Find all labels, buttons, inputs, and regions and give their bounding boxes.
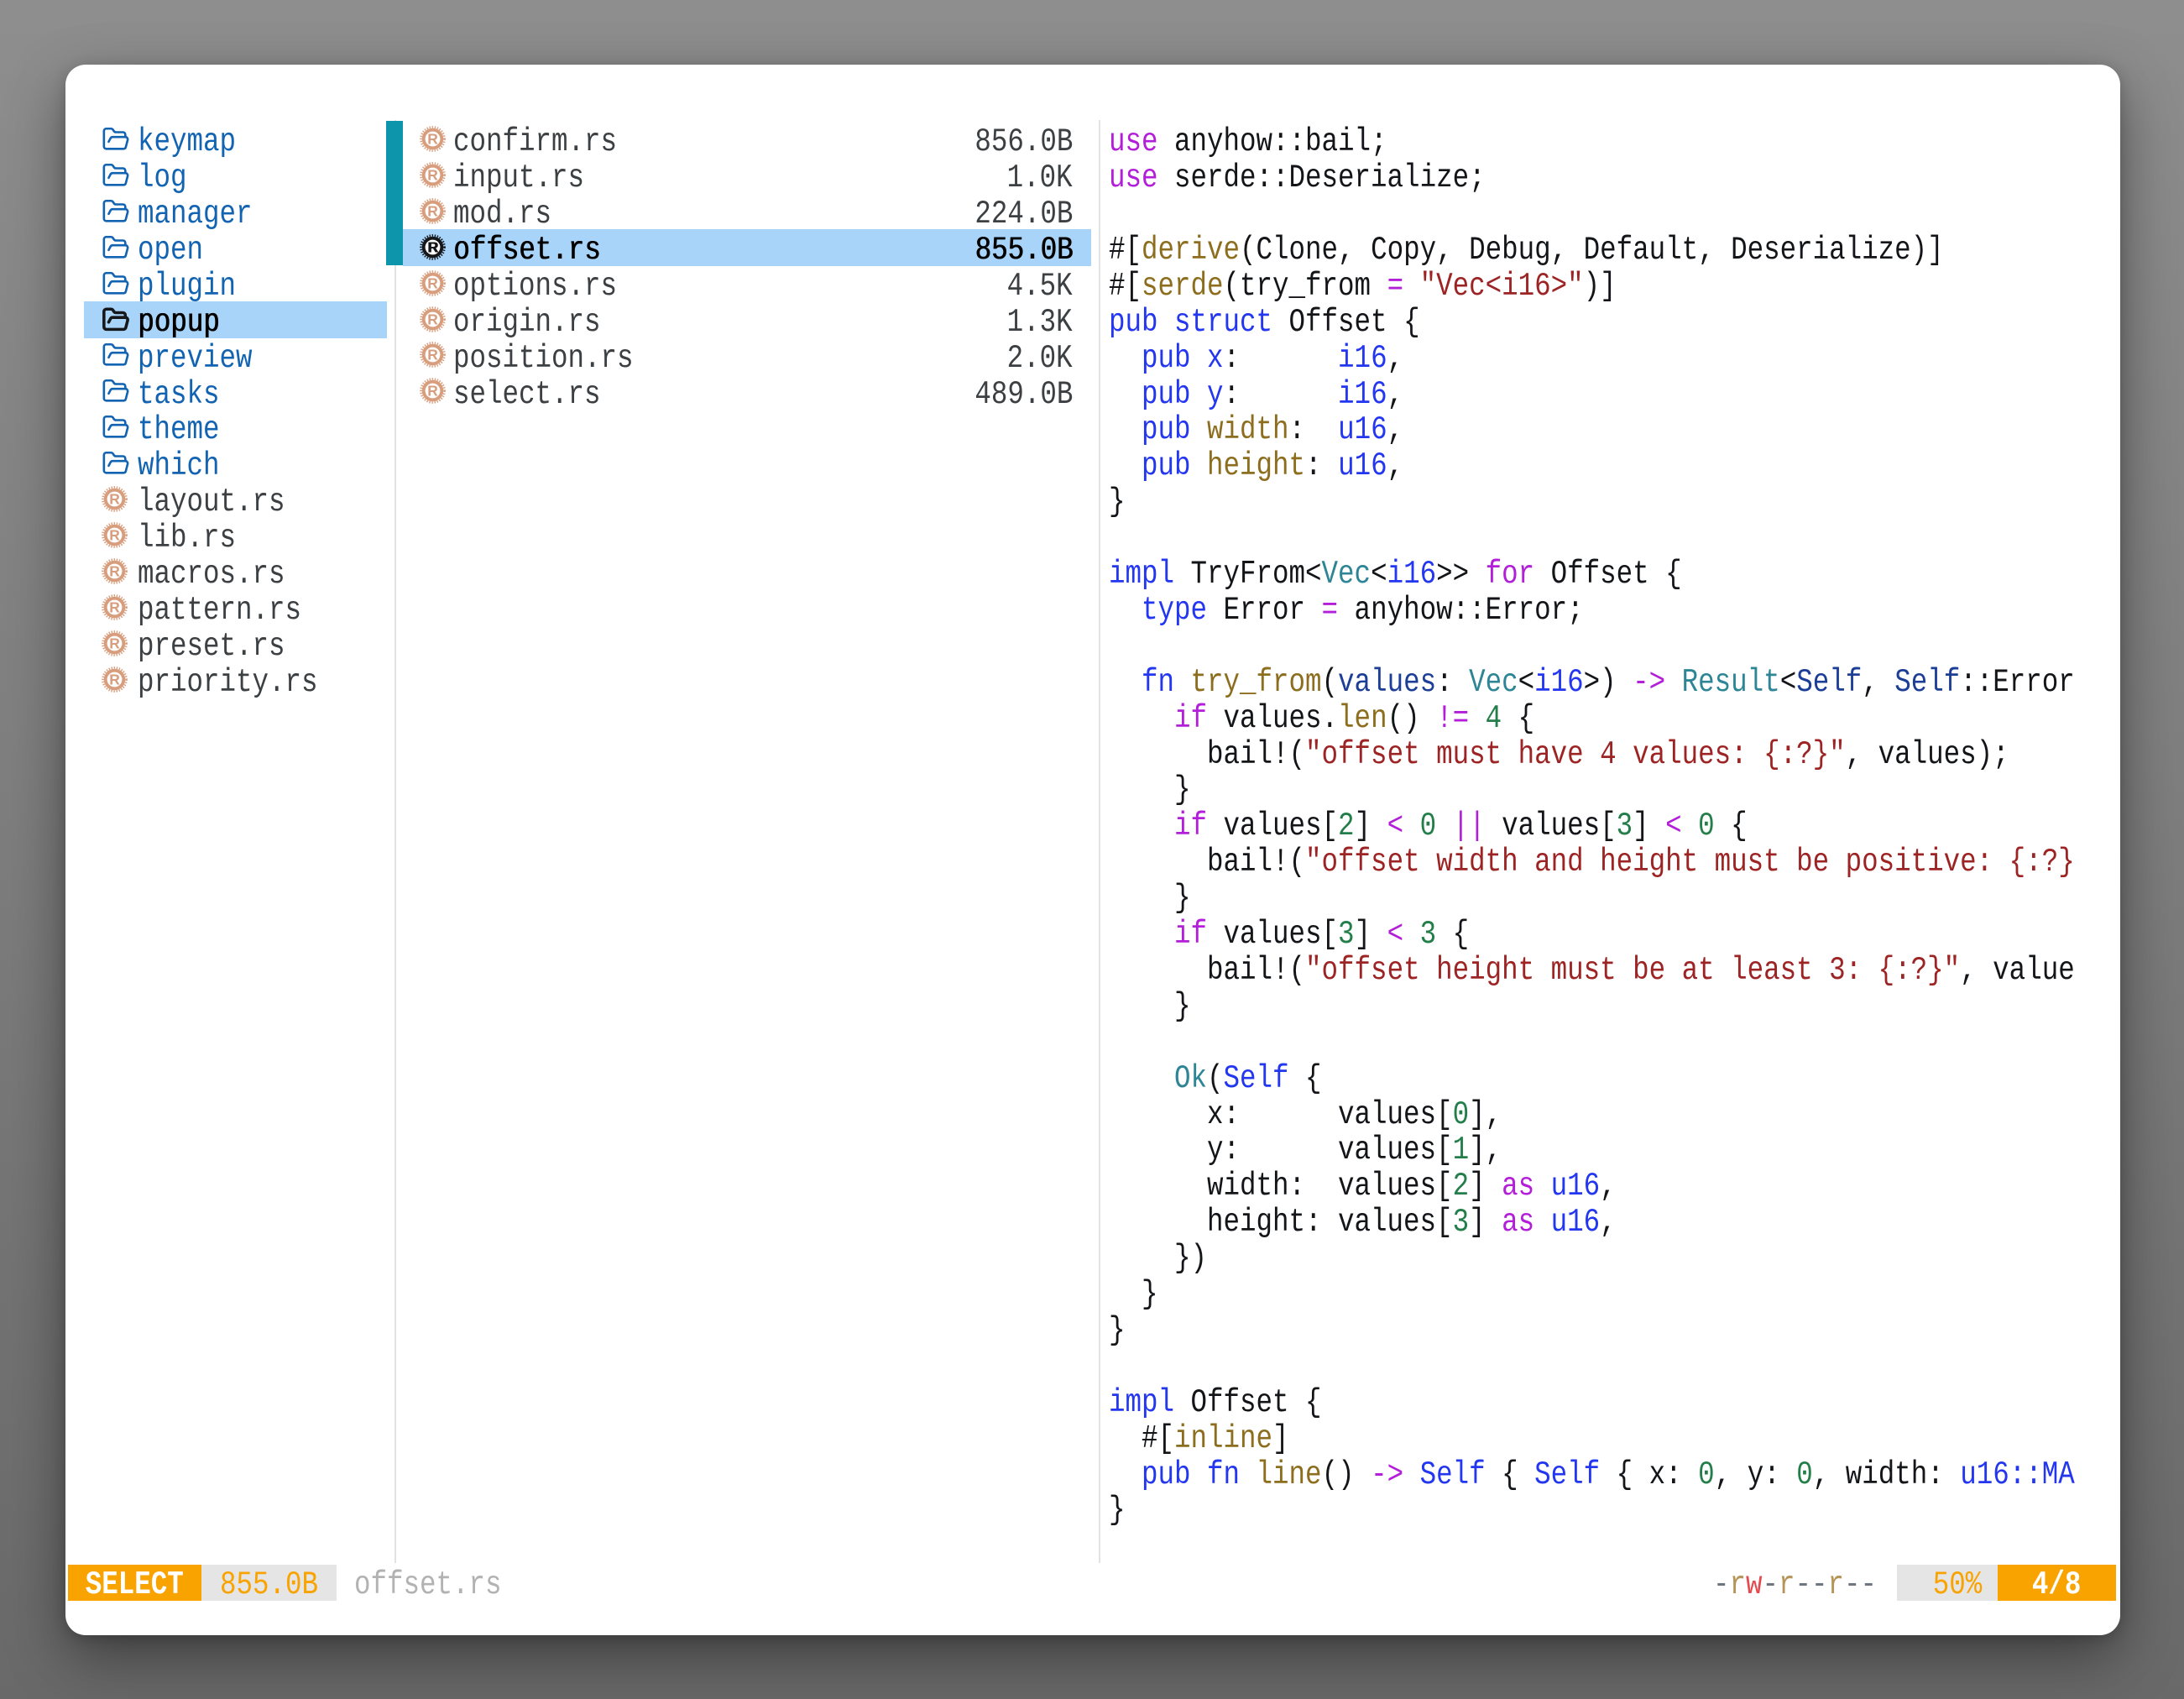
svg-text:R: R — [427, 347, 438, 363]
svg-text:R: R — [427, 311, 438, 327]
svg-text:R: R — [427, 130, 438, 147]
svg-text:R: R — [427, 383, 438, 400]
svg-text:R: R — [109, 671, 120, 687]
svg-text:R: R — [109, 526, 120, 543]
svg-text:R: R — [427, 166, 438, 183]
svg-text:R: R — [109, 490, 120, 507]
svg-text:R: R — [427, 202, 438, 219]
svg-text:R: R — [427, 274, 438, 291]
svg-text:R: R — [109, 562, 120, 579]
svg-text:R: R — [427, 238, 438, 255]
svg-text:R: R — [109, 599, 120, 615]
svg-text:R: R — [109, 635, 120, 651]
